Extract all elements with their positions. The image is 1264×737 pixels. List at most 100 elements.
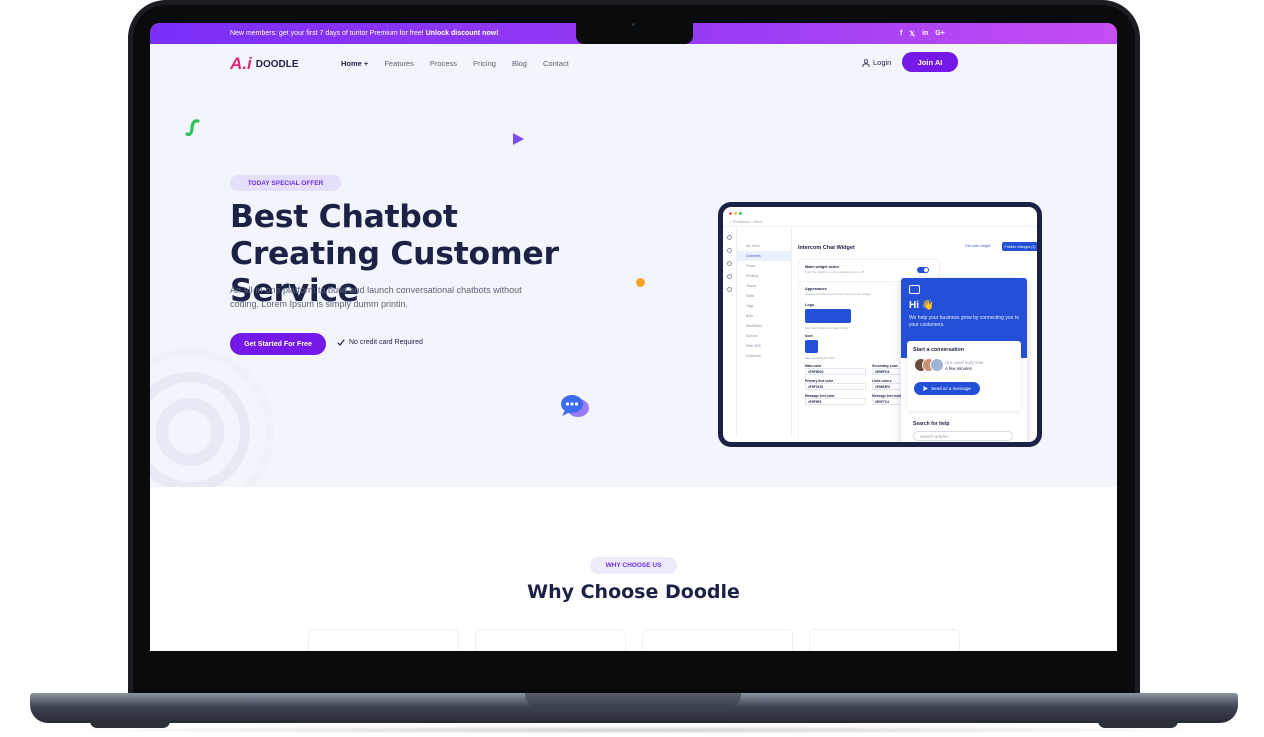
widget-active-toggle[interactable] (917, 267, 929, 273)
main-nav: A.i DOODLE Home + Features Process Prici… (150, 44, 1117, 82)
sidebar-item[interactable]: Web SDK (737, 341, 791, 351)
window-dots (729, 212, 742, 215)
app-topbar: < Channels / Inbox (723, 207, 1037, 227)
why-choose-title: Why Choose Doodle (527, 581, 740, 603)
app-page-title: Intercom Chat Widget (798, 245, 855, 251)
feature-card[interactable] (475, 629, 626, 651)
app-sidebar: My Inbox Channels Flows Routing Teams Sk… (737, 227, 792, 437)
facebook-icon[interactable]: f (900, 30, 902, 38)
screen-notch (576, 23, 693, 44)
start-conversation-title: Start a conversation (913, 347, 964, 353)
logo-upload[interactable] (805, 309, 851, 323)
promo-text: New members: get your first 7 days of tu… (230, 30, 498, 37)
team-avatars (914, 358, 944, 372)
browser-screen: New members: get your first 7 days of tu… (150, 23, 1117, 651)
play-triangle-icon (513, 133, 524, 145)
send-icon (923, 386, 929, 391)
primary-text-color-label: Primary text color (805, 379, 834, 383)
sidebar-item-active[interactable]: Channels (737, 251, 791, 261)
reply-time-label: Our usual reply time (945, 360, 984, 365)
nav-menu: Home + Features Process Pricing Blog Con… (341, 59, 569, 68)
feature-card[interactable] (809, 629, 960, 651)
logo-text: DOODLE (255, 58, 299, 70)
nav-item-blog[interactable]: Blog (512, 59, 527, 68)
secondary-color-label: Secondary color (872, 364, 898, 368)
orange-dot-decoration (636, 278, 645, 287)
logo[interactable]: A.i DOODLE (230, 54, 299, 74)
laptop-shadow (40, 726, 1230, 734)
nav-item-contact[interactable]: Contact (543, 59, 569, 68)
why-choose-badge: WHY CHOOSE US (590, 557, 677, 574)
nav-item-features[interactable]: Features (384, 59, 414, 68)
hero-section: TODAY SPECIAL OFFER Best Chatbot Creatin… (150, 82, 1117, 502)
rail-icon[interactable] (727, 261, 732, 266)
login-link[interactable]: Login (862, 58, 891, 67)
login-label: Login (873, 58, 892, 67)
widget-intro: We help your business grow by connecting… (909, 315, 1019, 328)
sidebar-item[interactable]: Actions (737, 331, 791, 341)
main-color-input[interactable]: #F9F8D02 (805, 368, 866, 375)
linkedin-icon[interactable]: in (922, 30, 928, 38)
rail-icon[interactable] (727, 248, 732, 253)
send-message-button[interactable]: Send us a message (914, 382, 980, 395)
laptop-foot (90, 721, 170, 728)
message-text-color-label: Message text color (805, 394, 835, 398)
promo-link[interactable]: Unlock discount now! (426, 30, 499, 37)
feature-card[interactable] (308, 629, 459, 651)
feature-card[interactable] (642, 629, 793, 651)
nav-item-home[interactable]: Home + (341, 59, 368, 68)
keyboard-icon (909, 285, 920, 294)
links-colors-label: Links colors (872, 379, 892, 383)
search-help-title: Search for help (913, 421, 950, 427)
no-credit-card-label: No credit card Required (349, 339, 423, 346)
sidebar-item[interactable]: Routing (737, 271, 791, 281)
arcs-decoration-icon (150, 348, 274, 502)
primary-text-color-input[interactable]: #F9F2226 (805, 383, 866, 390)
chat-widget-preview: Hi 👋 We help your business grow by conne… (901, 278, 1027, 442)
search-articles-input[interactable]: Search articles (913, 431, 1013, 441)
nav-item-process[interactable]: Process (430, 59, 457, 68)
feature-cards (308, 629, 960, 651)
squiggle-decoration-icon (185, 119, 200, 137)
main-color-label: Main color (805, 364, 822, 368)
sidebar-item[interactable]: Teams (737, 281, 791, 291)
laptop-base-notch (525, 693, 741, 707)
sidebar-item[interactable]: Flows (737, 261, 791, 271)
sidebar-item[interactable]: Workflows (737, 321, 791, 331)
get-started-button[interactable]: Get Started For Free (230, 333, 326, 355)
message-text-color-input[interactable]: #F9F9F9 (805, 398, 866, 405)
laptop-chin (150, 651, 1117, 667)
sidebar-item[interactable]: Bots (737, 311, 791, 321)
sidebar-item[interactable]: Skills (737, 291, 791, 301)
nav-item-pricing[interactable]: Pricing (473, 59, 496, 68)
send-message-label: Send us a message (931, 386, 971, 391)
reply-time: Our usual reply time A few minutes (945, 360, 983, 372)
promo-message: New members: get your first 7 days of tu… (230, 30, 424, 37)
sidebar-item[interactable]: Tags (737, 301, 791, 311)
app-preview-screen: < Channels / Inbox My Inbox Channels Flo… (723, 207, 1037, 442)
icon-upload[interactable] (805, 340, 818, 353)
get-code-button[interactable]: Get code widget (965, 244, 990, 248)
sidebar-item[interactable]: My Inbox (737, 241, 791, 251)
special-offer-badge: TODAY SPECIAL OFFER (230, 175, 341, 191)
app-preview-tablet: < Channels / Inbox My Inbox Channels Flo… (718, 202, 1042, 447)
app-breadcrumb: < Channels / Inbox (729, 219, 763, 224)
google-plus-icon[interactable]: G+ (935, 30, 945, 38)
rail-icon[interactable] (727, 274, 732, 279)
avatar (727, 235, 732, 240)
camera-icon (632, 23, 635, 26)
user-icon (862, 58, 870, 67)
twitter-icon[interactable]: 𝕏 (909, 30, 915, 38)
rail-icon[interactable] (727, 287, 732, 292)
social-links: f 𝕏 in G+ (900, 30, 945, 38)
publish-button[interactable]: Publish changes (2) (1002, 242, 1037, 251)
start-conversation-card: Start a conversation Our usual reply tim… (907, 341, 1021, 411)
sidebar-item[interactable]: Channels (737, 351, 791, 361)
reply-time-value: A few minutes (945, 366, 972, 371)
no-credit-card-note: No credit card Required (337, 339, 423, 346)
checkmark-icon (337, 339, 345, 346)
join-button[interactable]: Join AI (902, 52, 958, 72)
app-icon-rail (723, 227, 737, 437)
logo-mark-icon: A.i (230, 54, 252, 73)
chat-bubble-icon (561, 395, 589, 417)
